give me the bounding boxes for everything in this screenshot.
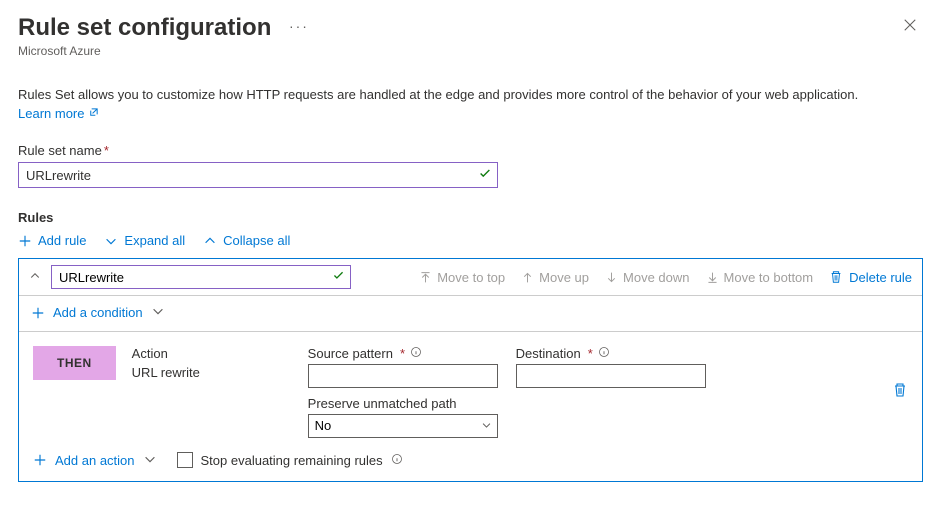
chevron-down-icon (104, 234, 118, 248)
arrow-bottom-icon (706, 271, 719, 284)
move-up-button[interactable]: Move up (521, 270, 589, 285)
info-icon[interactable] (410, 346, 422, 361)
valid-check-icon (332, 269, 345, 285)
close-icon[interactable] (897, 14, 923, 39)
stop-evaluating-label: Stop evaluating remaining rules (201, 453, 383, 468)
add-condition-button[interactable]: Add a condition (31, 304, 165, 321)
chevron-down-icon (143, 452, 157, 469)
delete-rule-button[interactable]: Delete rule (829, 270, 912, 285)
stop-evaluating-checkbox[interactable] (177, 452, 193, 468)
info-icon[interactable] (391, 453, 403, 468)
collapse-all-button[interactable]: Collapse all (203, 233, 290, 248)
more-menu-icon[interactable]: ··· (289, 18, 309, 34)
rule-container: Move to top Move up Move down Move to bo… (18, 258, 923, 482)
move-down-button[interactable]: Move down (605, 270, 689, 285)
arrow-top-icon (419, 271, 432, 284)
arrow-up-icon (521, 271, 534, 284)
add-rule-button[interactable]: Add rule (18, 233, 86, 248)
external-link-icon (88, 106, 99, 121)
info-icon[interactable] (598, 346, 610, 361)
stop-evaluating-checkbox-row[interactable]: Stop evaluating remaining rules (177, 452, 403, 468)
rule-name-input[interactable] (51, 265, 351, 289)
preserve-unmatched-label: Preserve unmatched path (308, 396, 457, 411)
preserve-unmatched-select[interactable]: No (308, 414, 498, 438)
action-label: Action (132, 346, 292, 361)
arrow-down-icon (605, 271, 618, 284)
then-badge: THEN (33, 346, 116, 380)
source-pattern-input[interactable] (308, 364, 498, 388)
rules-section-title: Rules (18, 210, 923, 225)
expand-all-button[interactable]: Expand all (104, 233, 185, 248)
learn-more-link[interactable]: Learn more (18, 106, 99, 121)
chevron-up-icon (203, 234, 217, 248)
move-to-bottom-button[interactable]: Move to bottom (706, 270, 814, 285)
description-text: Rules Set allows you to customize how HT… (18, 86, 923, 104)
ruleset-name-input[interactable] (18, 162, 498, 188)
plus-icon (18, 234, 32, 248)
page-title: Rule set configuration (18, 14, 271, 42)
chevron-down-icon (151, 304, 165, 321)
source-pattern-label: Source pattern* (308, 346, 498, 361)
ruleset-name-label: Rule set name* (18, 143, 923, 158)
rule-collapse-toggle[interactable] (29, 270, 41, 285)
plus-icon (31, 306, 45, 320)
learn-more-label: Learn more (18, 106, 84, 121)
page-subtitle: Microsoft Azure (18, 44, 309, 58)
trash-icon (829, 270, 843, 284)
required-asterisk: * (104, 143, 109, 158)
move-to-top-button[interactable]: Move to top (419, 270, 505, 285)
action-type: URL rewrite (132, 365, 292, 380)
valid-check-icon (478, 167, 492, 184)
add-action-button[interactable]: Add an action (33, 452, 157, 469)
trash-icon (892, 382, 908, 398)
destination-input[interactable] (516, 364, 706, 388)
remove-action-button[interactable] (892, 382, 908, 401)
plus-icon (33, 453, 47, 467)
destination-label: Destination* (516, 346, 706, 361)
